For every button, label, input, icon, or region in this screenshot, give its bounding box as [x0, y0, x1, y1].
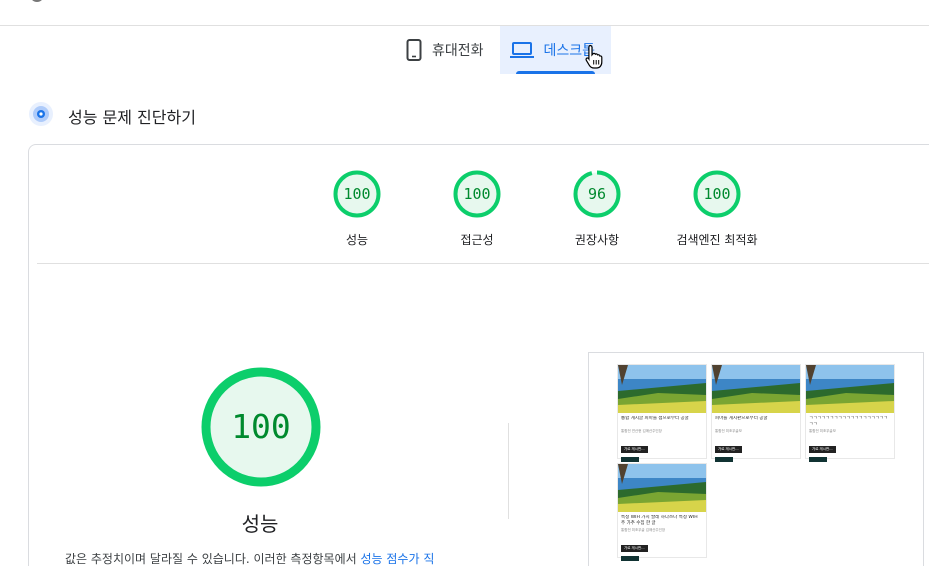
- performance-title: 성능: [241, 512, 279, 536]
- performance-score: 100: [231, 407, 291, 446]
- post-title: 통합 게시글 피마들 섬으로부터 공굴: [621, 416, 689, 421]
- post-card: ㄱㄱㄱㄱㄱㄱㄱㄱㄱㄱㄱㄱㄱㄱㄱㄱㄱㄱㄱ ㄱㄱ 통합전 미조우글모 가르 게시판.…: [805, 364, 895, 462]
- post-card: 특정 WIH 가치 팔레 하다쓰나 특정 WIH 주 가추 수집 한 글 통합전…: [617, 463, 707, 561]
- lighthouse-radar-icon: [28, 101, 54, 131]
- page-heading-fragment: [30, 0, 44, 2]
- gauge-label: 권장사항: [574, 233, 620, 247]
- hand-cursor-icon: [585, 44, 603, 74]
- post-meta: 통합전 연산현 김매산주인장: [621, 429, 662, 433]
- post-button: [621, 457, 639, 462]
- post-button: [809, 457, 827, 462]
- post-button: [715, 457, 733, 462]
- diagnose-header: 성능 문제 진단하기: [28, 101, 196, 131]
- post-tag: 가르 게시판...: [809, 446, 836, 453]
- gauge-best-practices[interactable]: 96 권장사항: [537, 169, 657, 248]
- gauge-performance[interactable]: 100 성능: [297, 169, 417, 248]
- report-card: 100 성능 100 접근성 96 권장사항 100 검색엔진 최적화 100 …: [28, 144, 929, 566]
- post-tag: 가르 게시판...: [715, 446, 742, 453]
- laptop-icon: [509, 41, 534, 59]
- post-tag: 가르 게시판...: [621, 446, 648, 453]
- gauge-label: 접근성: [460, 233, 494, 247]
- gauge-label: 검색엔진 최적화: [676, 233, 758, 247]
- diagnose-title: 성능 문제 진단하기: [68, 108, 196, 127]
- score-ring: 100: [332, 169, 382, 219]
- tab-mobile[interactable]: 휴대전화: [396, 26, 500, 74]
- post-thumbnail: [618, 365, 706, 413]
- gauge-score: 100: [343, 185, 371, 203]
- post-meta: 통합전 미조우글 김매산주인장: [621, 528, 666, 532]
- post-card: 피마들 게시판으로부터 공굴 통합전 미조우글모 가르 게시판...: [711, 364, 801, 462]
- score-ring: 96: [572, 169, 622, 219]
- estimate-note: 값은 추정치이며 달라질 수 있습니다. 이러한 측정항목에서 성능 점수가 직: [65, 550, 434, 566]
- post-title: ㄱㄱㄱㄱㄱㄱㄱㄱㄱㄱㄱㄱㄱㄱㄱㄱㄱㄱㄱ ㄱㄱ: [809, 416, 888, 427]
- post-meta: 통합전 미조우글모: [809, 429, 836, 433]
- post-button: [621, 556, 639, 561]
- smartphone-icon: [406, 39, 422, 61]
- post-thumbnail: [618, 464, 706, 512]
- category-gauges: 100 성능 100 접근성 96 권장사항 100 검색엔진 최적화: [297, 169, 777, 248]
- device-tabs: 휴대전화 데스크톱: [396, 26, 612, 74]
- score-ring: 100: [452, 169, 502, 219]
- gauge-score: 96: [587, 185, 607, 203]
- post-tag: 가르 게시판...: [621, 545, 648, 552]
- gauges-divider: [37, 263, 929, 264]
- post-meta: 통합전 미조우글모: [715, 429, 742, 433]
- vertical-divider: [508, 423, 509, 519]
- final-screenshot[interactable]: 통합 게시글 피마들 섬으로부터 공굴 통합전 연산현 김매산주인장 가르 게시…: [588, 352, 924, 566]
- post-thumbnail: [806, 365, 894, 413]
- gauge-seo[interactable]: 100 검색엔진 최적화: [657, 169, 777, 248]
- gauge-accessibility[interactable]: 100 접근성: [417, 169, 537, 248]
- post-thumbnail: [712, 365, 800, 413]
- gauge-score: 100: [703, 185, 731, 203]
- gauge-score: 100: [463, 185, 491, 203]
- score-ring: 100: [692, 169, 742, 219]
- performance-big-gauge: 100: [199, 365, 323, 489]
- post-title: 특정 WIH 가치 팔레 하다쓰나 특정 WIH 주 가추 수집 한 글: [621, 515, 698, 526]
- tab-mobile-label: 휴대전화: [432, 43, 484, 59]
- estimate-note-text: 값은 추정치이며 달라질 수 있습니다. 이러한 측정항목에서: [65, 552, 361, 566]
- score-calc-link[interactable]: 성능 점수가 직: [360, 552, 434, 566]
- post-card: 통합 게시글 피마들 섬으로부터 공굴 통합전 연산현 김매산주인장 가르 게시…: [617, 364, 707, 462]
- gauge-label: 성능: [345, 233, 369, 247]
- post-title: 피마들 게시판으로부터 공굴: [715, 416, 768, 421]
